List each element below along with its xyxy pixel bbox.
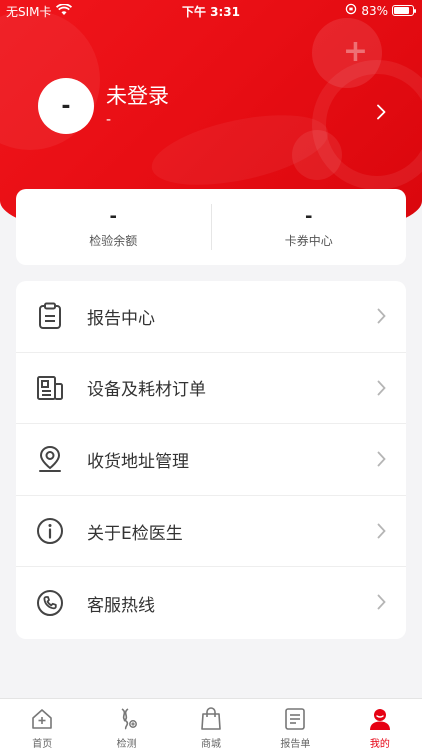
menu-item-about[interactable]: 关于E检医生 [16, 496, 406, 568]
chevron-right-icon [377, 451, 386, 471]
avatar[interactable]: - [38, 78, 94, 134]
location-pin-icon [36, 445, 64, 473]
tab-mall[interactable]: 商城 [169, 699, 253, 750]
bottom-tab-bar: 首页 检测 商城 报告单 我的 [0, 698, 422, 750]
menu-item-label: 客服热线 [87, 595, 155, 616]
report-icon [282, 707, 308, 731]
battery-icon [392, 5, 416, 16]
order-icon [36, 374, 64, 402]
tab-label: 我的 [369, 739, 390, 750]
status-bar: 无SIM卡 下午 3:31 83% [0, 0, 422, 22]
shopping-bag-icon [198, 707, 224, 731]
chevron-right-icon [377, 380, 386, 400]
test-icon [114, 707, 140, 731]
login-status-subtitle: - [106, 112, 112, 128]
user-icon [367, 707, 393, 731]
tab-label: 报告单 [280, 739, 311, 750]
stat-coupons[interactable]: - 卡券中心 [212, 206, 407, 249]
tab-home[interactable]: 首页 [0, 699, 84, 750]
info-icon [36, 517, 64, 545]
menu-item-orders[interactable]: 设备及耗材订单 [16, 353, 406, 425]
tab-label: 首页 [32, 739, 53, 750]
chevron-right-icon [377, 523, 386, 543]
chevron-right-icon [377, 594, 386, 614]
tab-test[interactable]: 检测 [84, 699, 168, 750]
stat-balance[interactable]: - 检验余额 [16, 206, 211, 249]
avatar-text: - [61, 93, 71, 119]
tab-mine[interactable]: 我的 [338, 699, 422, 750]
menu-item-label: 关于E检医生 [87, 523, 183, 544]
chevron-right-icon [377, 308, 386, 328]
header-decoration [292, 130, 342, 180]
tab-label: 检测 [116, 739, 137, 750]
tab-label: 商城 [201, 739, 222, 750]
menu-item-label: 报告中心 [87, 308, 155, 329]
chevron-right-icon[interactable] [376, 104, 386, 124]
menu-item-address[interactable]: 收货地址管理 [16, 424, 406, 496]
medical-cross-decoration: + [342, 34, 368, 69]
stats-card: - 检验余额 - 卡券中心 [16, 189, 406, 265]
menu-item-hotline[interactable]: 客服热线 [16, 567, 406, 639]
login-status-title[interactable]: 未登录 [106, 80, 169, 110]
menu-list: 报告中心 设备及耗材订单 收货地址管理 关于E检医生 客服热线 [16, 281, 406, 639]
menu-item-label: 设备及耗材订单 [87, 380, 206, 401]
tab-report[interactable]: 报告单 [253, 699, 337, 750]
home-icon [29, 707, 55, 731]
phone-icon [36, 589, 64, 617]
clipboard-icon [36, 302, 64, 330]
stat-label: 卡券中心 [284, 233, 333, 248]
stat-value: - [305, 205, 313, 227]
menu-item-report-center[interactable]: 报告中心 [16, 281, 406, 353]
stat-label: 检验余额 [89, 233, 138, 248]
battery-percent: 83% [361, 3, 388, 18]
stat-value: - [109, 205, 117, 227]
menu-item-label: 收货地址管理 [87, 451, 189, 472]
battery-level [394, 7, 409, 14]
orientation-lock-icon [345, 3, 357, 18]
